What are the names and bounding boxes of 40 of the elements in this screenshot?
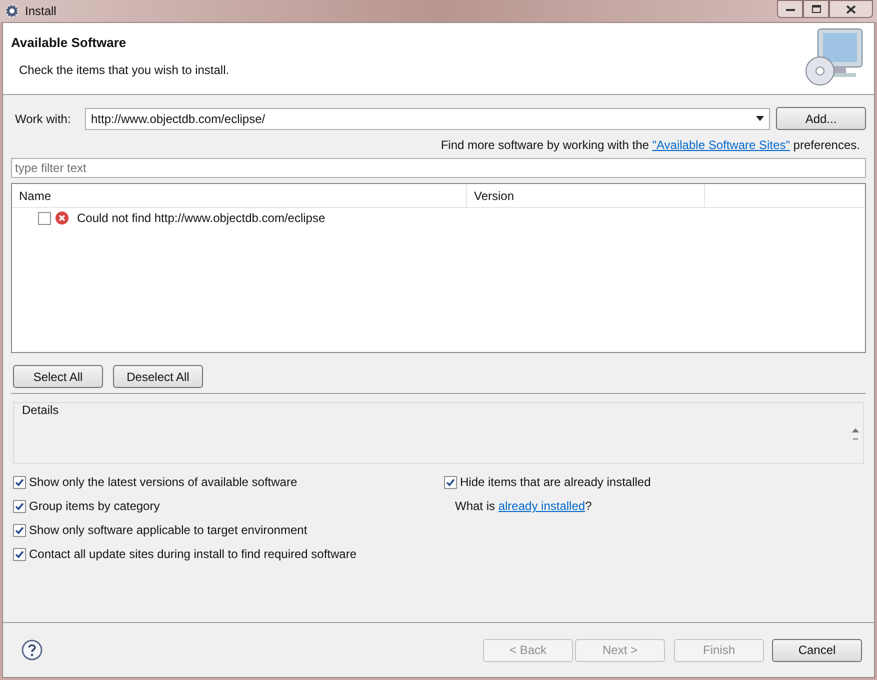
details-label: Details — [22, 402, 59, 419]
checkbox[interactable] — [444, 476, 457, 488]
close-button[interactable] — [829, 0, 873, 18]
table-cell-text: Could not find http://www.objectdb.com/eclipse — [77, 210, 326, 227]
help-icon[interactable] — [21, 639, 43, 661]
gear-icon — [4, 3, 20, 19]
cancel-button[interactable]: Cancel — [772, 638, 862, 662]
select-all-button[interactable]: Select All — [13, 365, 103, 388]
column-header[interactable]: Version — [467, 184, 705, 207]
scroll-arrows-icon — [852, 427, 859, 441]
option-label: Group items by category — [29, 498, 160, 515]
available-software-sites-link[interactable]: "Available Software Sites" — [652, 138, 790, 152]
page-title: Available Software — [11, 34, 128, 52]
option-label: Show only the latest versions of available software — [29, 474, 298, 491]
option-label: Hide items that are already installed — [460, 474, 651, 491]
site-combo-box[interactable]: http://www.objectdb.com/eclipse/ — [85, 108, 770, 130]
work-with-label: Work with: — [15, 110, 72, 128]
window-title: Install — [25, 3, 56, 20]
option-label: Show only software applicable to target environment — [29, 522, 308, 539]
checkbox[interactable] — [13, 476, 26, 488]
checkbox[interactable] — [13, 500, 26, 512]
close-icon — [846, 4, 856, 14]
option-label: Contact all update sites during install to find required software — [29, 546, 357, 563]
maximize-icon — [812, 5, 820, 13]
column-header[interactable]: Name — [12, 184, 467, 207]
sites-hint-text: Find more software by working with the "Available Software Sites" preferences. — [440, 137, 860, 152]
checkbox[interactable] — [13, 524, 26, 536]
dropdown-arrow-icon — [756, 116, 764, 121]
error-icon — [55, 211, 69, 225]
minimize-icon — [786, 8, 794, 10]
checkbox[interactable] — [38, 212, 51, 224]
checkbox[interactable] — [13, 548, 26, 560]
already-installed-link[interactable]: already installed — [498, 499, 586, 513]
filter-field[interactable]: type filter text — [11, 158, 866, 178]
maximize-button[interactable] — [803, 0, 829, 18]
installed-hint-text: What is already installed? — [455, 498, 592, 515]
add-button[interactable]: Add... — [776, 107, 866, 130]
minimize-button[interactable] — [777, 0, 803, 18]
page-description: Check the items that you wish to install. — [19, 62, 230, 78]
deselect-all-button[interactable]: Deselect All — [113, 365, 203, 388]
